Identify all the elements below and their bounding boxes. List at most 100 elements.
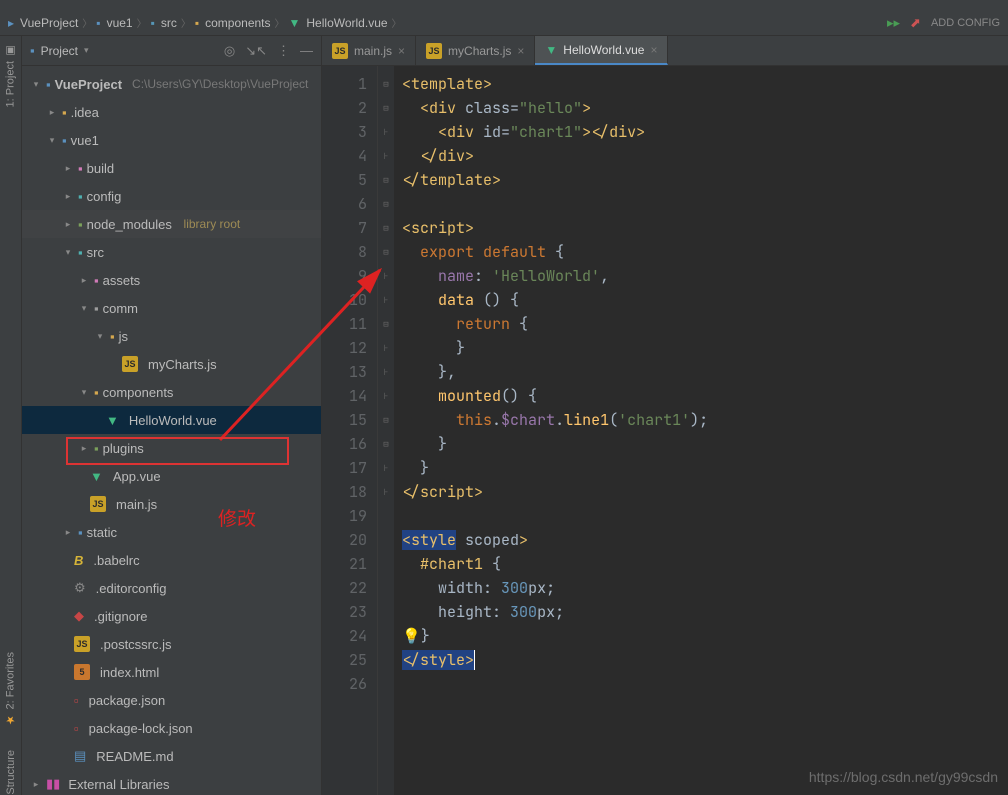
close-icon[interactable]: × <box>650 43 657 57</box>
breadcrumb-item[interactable]: ▪ src <box>151 16 177 30</box>
tree-item-helloworld[interactable]: ▼ HelloWorld.vue <box>22 406 321 434</box>
tool-window-bar: 1: Project ▣ ★ 2: Favorites Structure <box>0 36 22 795</box>
tree-item-build[interactable]: ▸ ▪ build <box>22 154 321 182</box>
tool-structure-tab[interactable]: Structure <box>5 750 17 795</box>
chevron-down-icon: ▾ <box>94 331 106 342</box>
tree-item-gitignore[interactable]: ◆ .gitignore <box>22 602 321 630</box>
chevron-down-icon: ▾ <box>46 135 58 146</box>
project-icon: ▪ <box>46 77 51 92</box>
tree-label: package.json <box>89 693 166 708</box>
tree-label: VueProject <box>55 77 122 92</box>
project-icon: ▸ <box>8 16 14 30</box>
library-root-label: library root <box>184 217 241 231</box>
tree-label: build <box>87 161 114 176</box>
chevron-down-icon: ▾ <box>30 79 42 90</box>
tree-item-extlib[interactable]: ▸▮▮External Libraries <box>22 770 321 795</box>
sidebar-header: ▪ Project ▾ ◎ ↘↖ ⋮ — <box>22 36 321 66</box>
folder-icon: ▪ <box>96 16 100 30</box>
breadcrumb-item[interactable]: ▪ components <box>195 16 271 30</box>
collapse-icon[interactable]: ↘↖ <box>245 43 267 59</box>
chevron-right-icon: ▸ <box>62 163 74 174</box>
tree-item-nodemodules[interactable]: ▸▪node_modules library root <box>22 210 321 238</box>
fold-gutter: ⊟⊟⊦⊦⊟⊟⊟⊟⊦⊦⊟⊦⊦⊦⊟⊟⊦⊦ <box>378 66 394 795</box>
tree-label: comm <box>103 301 138 316</box>
tree-label: main.js <box>116 497 157 512</box>
tree-item-js[interactable]: ▾ ▪ js <box>22 322 321 350</box>
menu-bar <box>0 0 1008 10</box>
tab-mycharts[interactable]: JS myCharts.js × <box>416 36 535 65</box>
git-icon: ◆ <box>74 608 84 624</box>
tree-item-package[interactable]: ▫package.json <box>22 686 321 714</box>
chevron-down-icon: ▾ <box>62 247 74 258</box>
library-icon: ▮▮ <box>46 776 60 792</box>
folder-icon: ▪ <box>78 245 83 260</box>
tree-item-static[interactable]: ▸▪static <box>22 518 321 546</box>
add-config-button[interactable]: ADD CONFIG <box>931 17 1000 29</box>
tree-label: assets <box>103 273 141 288</box>
tree-item-assets[interactable]: ▸▪assets <box>22 266 321 294</box>
run-icon[interactable]: ▸▸ <box>887 15 900 31</box>
annotation-text: 修改 <box>218 504 256 531</box>
babel-icon: B <box>74 553 83 568</box>
tree-item-packagelock[interactable]: ▫package-lock.json <box>22 714 321 742</box>
tree-item-config[interactable]: ▸▪config <box>22 182 321 210</box>
tree-label: HelloWorld.vue <box>129 413 217 428</box>
line-gutter: 1234567891011121314151617181920212223242… <box>322 66 378 795</box>
folder-icon: ▪ <box>78 161 83 176</box>
tree-label: External Libraries <box>68 777 169 792</box>
tree-path: C:\Users\GY\Desktop\VueProject <box>132 77 308 91</box>
tab-label: myCharts.js <box>448 44 511 58</box>
folder-icon: ▪ <box>62 133 67 148</box>
tree-item-components[interactable]: ▾▪components <box>22 378 321 406</box>
annotation-box <box>66 437 289 465</box>
tree-label: README.md <box>96 749 173 764</box>
breadcrumb-item[interactable]: ▼ HelloWorld.vue <box>289 16 388 30</box>
code-editor[interactable]: 1234567891011121314151617181920212223242… <box>322 66 1008 795</box>
tree-item-editorconfig[interactable]: ⚙.editorconfig <box>22 574 321 602</box>
breadcrumb-item[interactable]: ▸ VueProject <box>8 16 78 30</box>
tree-label: .editorconfig <box>96 581 167 596</box>
tree-label: js <box>119 329 128 344</box>
tool-favorites-tab[interactable]: ★ 2: Favorites <box>4 652 17 726</box>
breadcrumb-item[interactable]: ▪ vue1 <box>96 16 132 30</box>
folder-icon: ▪ <box>110 329 115 344</box>
tree-item-mainjs[interactable]: JS main.js <box>22 490 321 518</box>
project-tree[interactable]: ▾ ▪ VueProject C:\Users\GY\Desktop\VuePr… <box>22 66 321 795</box>
tree-label: .gitignore <box>94 609 147 624</box>
js-icon: JS <box>74 636 90 652</box>
folder-icon: ▪ <box>62 105 67 120</box>
tab-helloworld[interactable]: ▼ HelloWorld.vue × <box>535 36 668 65</box>
tab-label: HelloWorld.vue <box>563 43 644 57</box>
tree-item-indexhtml[interactable]: 5index.html <box>22 658 321 686</box>
more-icon[interactable]: ⋮ <box>277 43 290 59</box>
tree-item-idea[interactable]: ▸▪.idea <box>22 98 321 126</box>
tool-project-tab[interactable]: 1: Project ▣ <box>4 44 17 107</box>
tree-label: components <box>103 385 174 400</box>
close-icon[interactable]: × <box>398 44 405 58</box>
tree-label: src <box>87 245 104 260</box>
chevron-right-icon: ▸ <box>62 527 74 538</box>
chevron-down-icon[interactable]: ▾ <box>84 45 89 56</box>
tab-label: main.js <box>354 44 392 58</box>
tree-label: index.html <box>100 665 159 680</box>
tree-item-postcss[interactable]: JS.postcssrc.js <box>22 630 321 658</box>
vue-icon: ▼ <box>106 413 119 428</box>
tree-item-mycharts[interactable]: JSmyCharts.js <box>22 350 321 378</box>
tree-item-appvue[interactable]: ▼App.vue <box>22 462 321 490</box>
chevron-right-icon: 〉 <box>275 15 285 30</box>
target-icon[interactable]: ◎ <box>224 43 235 59</box>
tree-item-vue1[interactable]: ▾▪vue1 <box>22 126 321 154</box>
js-icon: JS <box>90 496 106 512</box>
tree-item-comm[interactable]: ▾▪comm <box>22 294 321 322</box>
tree-item-babelrc[interactable]: B.babelrc <box>22 546 321 574</box>
hide-icon[interactable]: — <box>300 43 313 59</box>
chevron-right-icon: 〉 <box>181 15 191 30</box>
tree-root[interactable]: ▾ ▪ VueProject C:\Users\GY\Desktop\VuePr… <box>22 70 321 98</box>
close-icon[interactable]: × <box>517 44 524 58</box>
debug-icon[interactable]: ⬈ <box>910 15 921 31</box>
tree-item-src[interactable]: ▾ ▪ src <box>22 238 321 266</box>
code-content[interactable]: <template> <div class="hello"> <div id="… <box>394 66 1008 795</box>
tab-mainjs[interactable]: JS main.js × <box>322 36 416 65</box>
tree-item-readme[interactable]: ▤README.md <box>22 742 321 770</box>
tree-label: myCharts.js <box>148 357 217 372</box>
